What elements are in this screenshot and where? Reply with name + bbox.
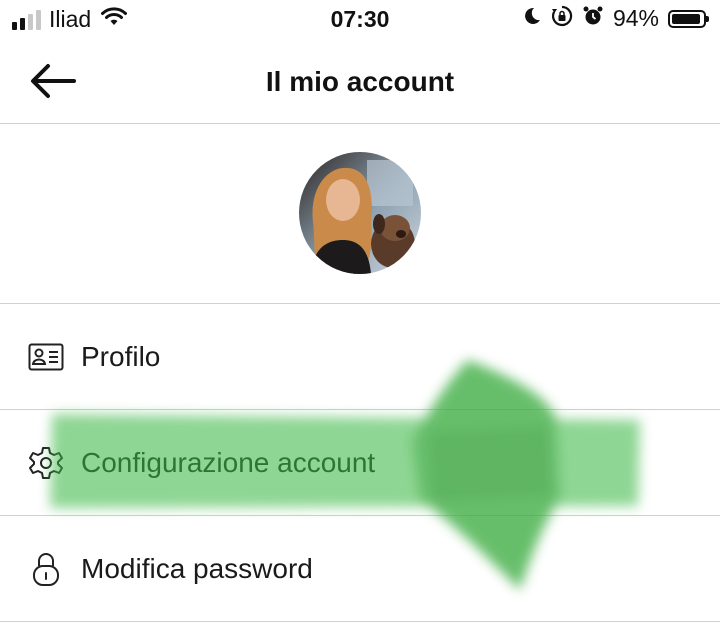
menu-item-label: Modifica password [81, 552, 313, 584]
battery-level [672, 13, 701, 24]
id-card-icon [28, 339, 64, 375]
alarm-icon [582, 5, 604, 32]
orientation-lock-icon [551, 5, 573, 32]
menu-item-profile[interactable]: Profilo [0, 304, 720, 410]
profile-photo [299, 152, 421, 274]
menu-item-account-settings[interactable]: Configurazione account [0, 410, 720, 516]
menu-item-label: Configurazione account [81, 446, 376, 478]
app-header: Il mio account [0, 40, 720, 124]
account-menu: Profilo Configurazione account Modifica … [0, 303, 720, 622]
status-right: 94% [522, 5, 709, 32]
gear-icon [28, 445, 64, 481]
lock-icon [28, 551, 64, 587]
status-bar: Iliad 07:30 94% [0, 0, 720, 40]
battery-icon [668, 9, 709, 28]
avatar[interactable] [299, 152, 421, 274]
battery-percent: 94% [612, 5, 659, 31]
menu-item-change-password[interactable]: Modifica password [0, 516, 720, 622]
page-title: Il mio account [265, 66, 455, 97]
menu-item-label: Profilo [81, 340, 161, 372]
moon-icon [522, 6, 542, 31]
